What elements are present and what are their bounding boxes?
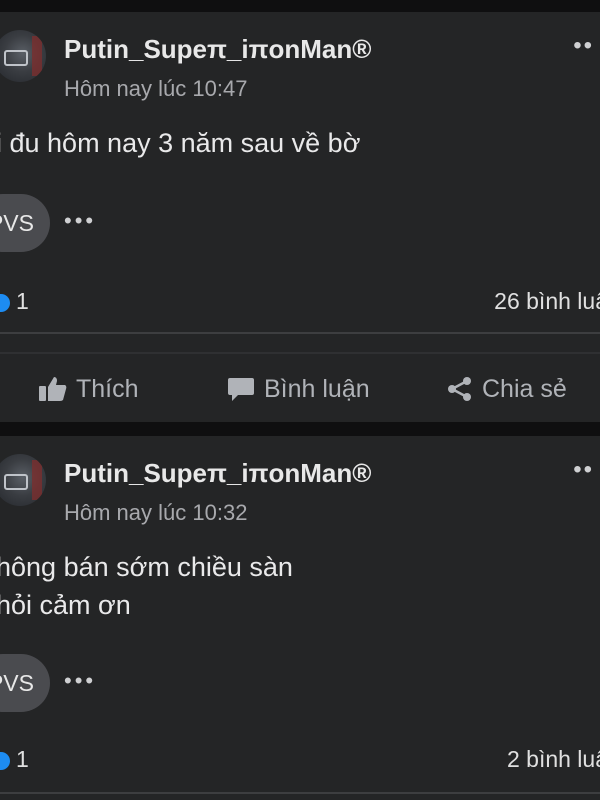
more-dots-icon[interactable]: ••• (64, 208, 96, 234)
post-content: hông bán sớm chiều sàn hỏi cảm ơn (0, 548, 293, 624)
reaction-count: 1 (16, 288, 29, 314)
thumbs-up-icon (39, 377, 67, 401)
like-button[interactable]: Thích (38, 356, 139, 422)
share-label: Chia sẻ (482, 375, 567, 403)
like-reaction-icon (0, 751, 10, 770)
stock-tag-label: PVS (0, 210, 34, 236)
avatar[interactable] (0, 454, 46, 506)
comment-button[interactable]: Bình luận (226, 356, 370, 422)
post-card: Putin_Supeπ_iπonMan® Hôm nay lúc 10:47 •… (0, 12, 600, 422)
post-timestamp[interactable]: Hôm nay lúc 10:32 (64, 500, 247, 526)
divider (0, 352, 600, 354)
comment-count[interactable]: 26 bình luậ (494, 288, 600, 315)
like-reaction-icon (0, 293, 10, 312)
more-dots-icon[interactable]: •• (573, 32, 594, 60)
reaction-count: 1 (16, 746, 29, 772)
stock-tag-chip[interactable]: PVS (0, 654, 50, 712)
like-label: Thích (76, 375, 139, 403)
post-card: Putin_Supeπ_iπonMan® Hôm nay lúc 10:32 •… (0, 436, 600, 800)
feed: Putin_Supeπ_iπonMan® Hôm nay lúc 10:47 •… (0, 0, 600, 800)
reaction-summary[interactable]: 1 (0, 288, 29, 315)
speech-bubble-icon (228, 378, 254, 401)
post-content-line: hỏi cảm ơn (0, 590, 131, 620)
post-timestamp[interactable]: Hôm nay lúc 10:47 (64, 76, 247, 102)
post-actions-bar: Thích Bình luận Chia sẻ (0, 356, 600, 422)
share-icon (448, 377, 471, 401)
comment-label: Bình luận (264, 375, 370, 403)
post-content: i đu hôm nay 3 năm sau về bờ (0, 124, 360, 162)
reaction-summary[interactable]: 1 (0, 746, 29, 773)
comment-count[interactable]: 2 bình luậ (507, 746, 600, 773)
divider (0, 332, 600, 334)
post-content-line: hông bán sớm chiều sàn (0, 552, 293, 582)
more-dots-icon[interactable]: ••• (64, 668, 96, 694)
divider (0, 792, 600, 794)
post-author[interactable]: Putin_Supeπ_iπonMan® (64, 34, 371, 65)
avatar[interactable] (0, 30, 46, 82)
stock-tag-label: PVS (0, 670, 34, 696)
post-author[interactable]: Putin_Supeπ_iπonMan® (64, 458, 371, 489)
stock-tag-chip[interactable]: PVS (0, 194, 50, 252)
more-dots-icon[interactable]: •• (573, 456, 594, 484)
post-content-line: i đu hôm nay 3 năm sau về bờ (0, 128, 361, 158)
share-button[interactable]: Chia sẻ (446, 356, 567, 422)
